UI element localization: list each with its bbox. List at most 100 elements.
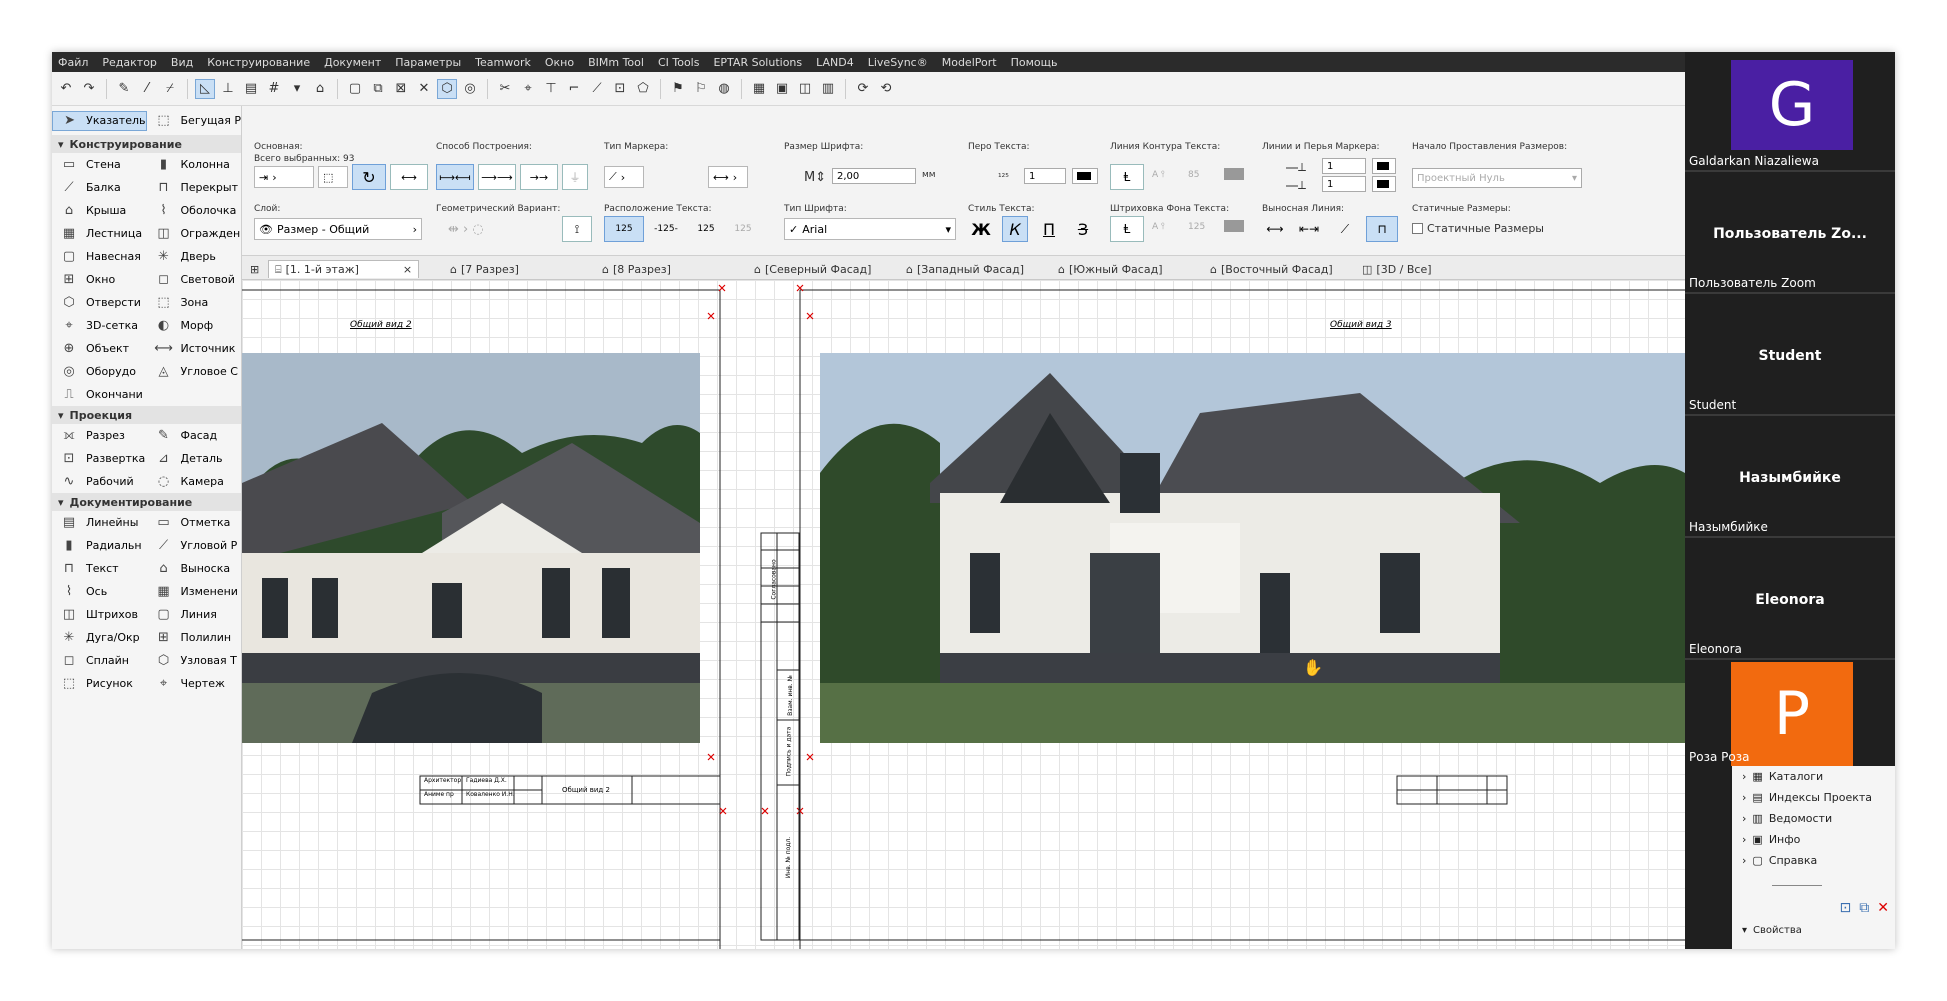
group-icon[interactable]: ⧉	[368, 79, 388, 99]
publish-icon[interactable]: ▣	[772, 79, 792, 99]
method-elevation-button[interactable]: ⏚	[562, 164, 588, 190]
trim-icon[interactable]: ✂	[495, 79, 515, 99]
menu-help[interactable]: Помощь	[1011, 56, 1058, 69]
dimension-settings-button[interactable]: ⟟	[562, 216, 592, 242]
checkbox-box[interactable]	[1412, 223, 1423, 234]
undo-icon[interactable]: ↶	[56, 79, 76, 99]
tool-item[interactable]: ⊿ Деталь	[147, 450, 242, 468]
font-dropdown[interactable]: ✓ Arial ▾	[784, 218, 956, 240]
inject-parameters-icon[interactable]: ✎	[114, 79, 134, 99]
tool-item[interactable]: ▢ Линия	[147, 606, 242, 624]
menu-design[interactable]: Конструирование	[207, 56, 310, 69]
text-bg-hatch-button[interactable]: Ⱡ	[1110, 216, 1144, 242]
participant-tile[interactable]: Назымбийке Назымбийке	[1685, 418, 1895, 538]
tool-item[interactable]: ◻ Сплайн	[52, 652, 147, 670]
marker-type-dropdown[interactable]: ⟋ ›	[604, 166, 644, 188]
redo-icon[interactable]: ↷	[79, 79, 99, 99]
grid-snap-icon[interactable]: #	[264, 79, 284, 99]
tool-item[interactable]: ⌇ Ось	[52, 583, 147, 601]
ext-line-1-button[interactable]: ⟷	[1262, 216, 1288, 242]
tool-item[interactable]: ⌇ Оболочка	[147, 202, 242, 220]
tool-item[interactable]: ⬡ Отверсти	[52, 294, 147, 312]
marker-pen-1-color[interactable]	[1372, 158, 1396, 174]
tab-section-7[interactable]: ⌂ [7 Разрез]	[450, 260, 519, 278]
menu-document[interactable]: Документ	[324, 56, 381, 69]
tab-section-8[interactable]: ⌂ [8 Разрез]	[602, 260, 671, 278]
strikethrough-button[interactable]: З	[1070, 216, 1096, 242]
tool-item[interactable]: ▭ Стена	[52, 156, 147, 174]
marker-ends-dropdown[interactable]: ⟷ ›	[708, 166, 748, 188]
ext-line-4-button[interactable]: ⊓	[1366, 216, 1398, 242]
text-pos-center-button[interactable]: -125-	[648, 216, 684, 242]
tool-item[interactable]: ⟷ Источник	[147, 340, 242, 358]
close-icon[interactable]: ×	[403, 263, 412, 276]
nav-item-catalogs[interactable]: › ▦ Каталоги	[1732, 766, 1895, 787]
tool-item[interactable]: ✎ Фасад	[147, 427, 242, 445]
tool-item[interactable]: ✳ Дверь	[147, 248, 242, 266]
text-contour-button[interactable]: Ⱡ	[1110, 164, 1144, 190]
tool-item[interactable]: ⬚ Зона	[147, 294, 242, 312]
element-frame-icon[interactable]: ▢	[345, 79, 365, 99]
nav-item-schedules[interactable]: › ▥ Ведомости	[1732, 808, 1895, 829]
gravity-icon[interactable]: ⊥	[218, 79, 238, 99]
tool-item[interactable]: ◫ Огражден	[147, 225, 242, 243]
tool-item[interactable]: ⌖ Чертеж	[147, 675, 242, 693]
participant-tile[interactable]: Eleonora Eleonora	[1685, 540, 1895, 660]
tab-3d-all[interactable]: ◫ [3D / Все]	[1362, 260, 1432, 278]
clone-view-icon[interactable]: ⧉	[1859, 900, 1869, 916]
participant-tile[interactable]: Student Student	[1685, 296, 1895, 416]
menu-bimm-tool[interactable]: BIMm Tool	[588, 56, 644, 69]
menu-view[interactable]: Вид	[171, 56, 193, 69]
tool-item[interactable]: ⊓ Перекрыт	[147, 179, 242, 197]
tool-item[interactable]: ⎍ Окончани	[52, 386, 147, 404]
rotate-dimension-button[interactable]: ↻	[352, 164, 386, 190]
marker-pen-2-input[interactable]: 1	[1322, 176, 1366, 192]
text-pos-below-button[interactable]: 125	[688, 216, 724, 242]
menu-file[interactable]: Файл	[58, 56, 88, 69]
find-icon[interactable]: ◍	[714, 79, 734, 99]
tool-item[interactable]: ⟋ Балка	[52, 179, 147, 197]
tool-item[interactable]: ⌖ 3D-сетка	[52, 317, 147, 335]
toolbox-section-header[interactable]: ▾ Документирование	[52, 493, 241, 511]
tool-item[interactable]: ⊞ Окно	[52, 271, 147, 289]
tool-item[interactable]: ◐ Морф	[147, 317, 242, 335]
stretch-icon[interactable]: ⬠	[633, 79, 653, 99]
tool-item[interactable]: ◫ Штрихов	[52, 606, 147, 624]
tool-item[interactable]: ⊓ Текст	[52, 560, 147, 578]
method-chain-button[interactable]: ⟶⟶	[478, 164, 516, 190]
drawing-icon[interactable]: ◫	[795, 79, 815, 99]
element-frame-dropdown[interactable]: ⬚	[318, 166, 348, 188]
font-size-input[interactable]: 2,00	[832, 168, 916, 184]
menu-edit[interactable]: Редактор	[102, 56, 157, 69]
marker-pen-1-input[interactable]: 1	[1322, 158, 1366, 174]
suspend-groups-icon[interactable]: ⊠	[391, 79, 411, 99]
tool-item[interactable]: ▦ Изменени	[147, 583, 242, 601]
menu-options[interactable]: Параметры	[395, 56, 461, 69]
menu-ci-tools[interactable]: CI Tools	[658, 56, 700, 69]
tool-item[interactable]: ▮ Колонна	[147, 156, 242, 174]
tool-item[interactable]: ⟋ Угловой Р	[147, 537, 242, 555]
tool-item[interactable]: ⟗ Разрез	[52, 427, 147, 445]
syringe-icon[interactable]: ⌿	[160, 79, 180, 99]
static-dims-checkbox[interactable]: Статичные Размеры	[1412, 222, 1544, 235]
table-icon[interactable]: ▥	[818, 79, 838, 99]
layer-dropdown[interactable]: 👁 Размер - Общий ›	[254, 218, 422, 240]
tool-item[interactable]: ◬ Угловое С	[147, 363, 242, 381]
nav-item-info[interactable]: › ▣ Инфо	[1732, 829, 1895, 850]
tool-item[interactable]: ▤ Линейны	[52, 514, 147, 532]
text-pen-color[interactable]	[1072, 168, 1098, 184]
tab-east-facade[interactable]: ⌂ [Восточный Фасад]	[1210, 260, 1333, 278]
tool-item[interactable]: ⊞ Полилин	[147, 629, 242, 647]
adjust-icon[interactable]: ⊤	[541, 79, 561, 99]
properties-section[interactable]: ▾ Свойства	[1732, 920, 1895, 941]
ext-line-2-button[interactable]: ⇤⇥	[1296, 216, 1322, 242]
nav-item-project-indexes[interactable]: › ▤ Индексы Проекта	[1732, 787, 1895, 808]
drawing-canvas[interactable]: Общий вид 2 Общий вид 3 Архитектор Гадие…	[242, 280, 1685, 949]
tab-grid-icon[interactable]: ⊞	[250, 260, 259, 278]
tab-south-facade[interactable]: ⌂ [Южный Фасад]	[1058, 260, 1162, 278]
text-pen-input[interactable]: 1	[1024, 168, 1066, 184]
split-icon[interactable]: ⌖	[518, 79, 538, 99]
tool-item[interactable]: ◌ Камера	[147, 473, 242, 491]
fillet-icon[interactable]: ⌐	[564, 79, 584, 99]
menu-teamwork[interactable]: Teamwork	[475, 56, 531, 69]
